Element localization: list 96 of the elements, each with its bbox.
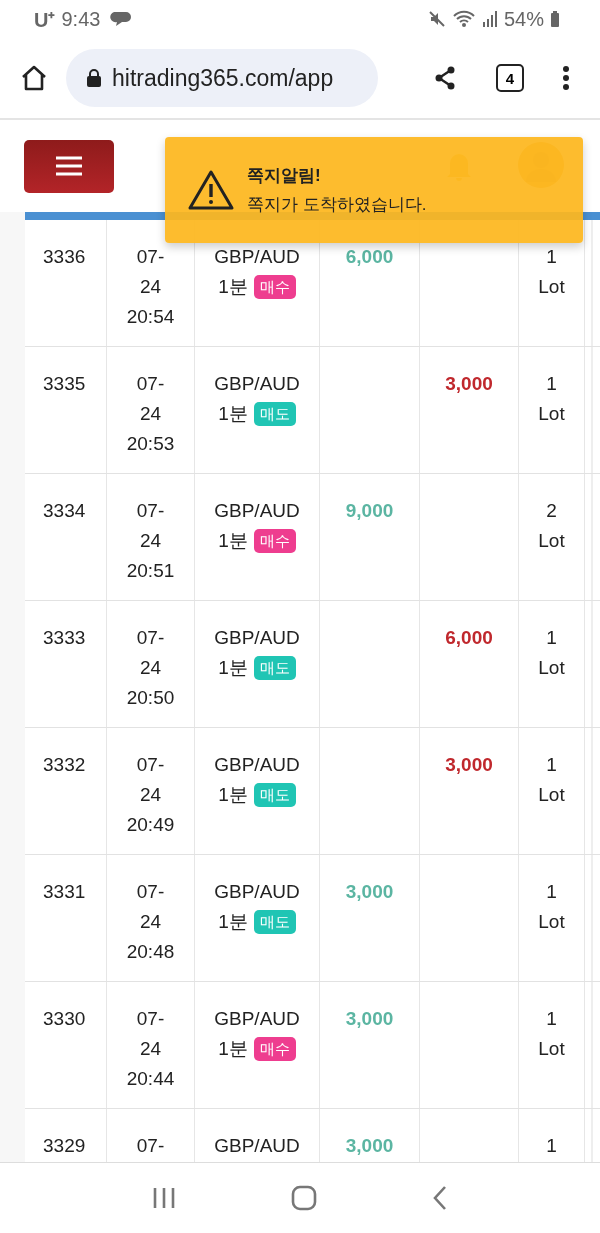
date-line: 07- [136,880,165,904]
tab-count-button[interactable]: 4 [496,64,524,92]
lot-line: 1 [546,245,557,269]
date-line: 24 [139,656,162,680]
date-line: 20:49 [126,813,175,837]
side-tag: 매도 [253,402,296,426]
loss-cell-text: 3,000 [445,753,493,777]
id-cell-text: 3333 [43,626,87,650]
date-line: 07- [136,626,165,650]
date-line: 07- [136,753,165,777]
id-cell-text: 3334 [43,499,87,523]
lot-line: Lot [538,275,565,299]
pair-cell-text: GBP/AUD [214,372,300,396]
menu-button[interactable] [24,139,114,193]
wifi-icon [451,10,476,28]
lot-line: 1 [546,753,557,777]
lot-line: Lot [538,529,565,553]
date-line: 20:51 [126,559,175,583]
date-line: 20:48 [126,940,175,964]
period-label: 1분 [218,275,248,299]
side-tag: 매도 [253,783,296,807]
period-label: 1분 [218,402,248,426]
lot-line: Lot [538,656,565,680]
profit-cell-text: 6,000 [345,245,394,269]
date-line: 24 [139,402,162,426]
recents-icon[interactable] [152,1187,177,1209]
warning-icon [187,169,235,211]
side-tag: 매도 [253,910,296,934]
pair-cell-text: GBP/AUD [214,245,300,269]
back-icon[interactable] [431,1185,448,1211]
toast-message: 쪽지가 도착하였습니다. [247,194,427,216]
lot-line: Lot [538,402,565,426]
id-cell-text: 3336 [43,245,87,269]
side-tag: 매수 [253,1037,296,1061]
lot-line: Lot [538,783,565,807]
home-icon[interactable] [20,64,48,92]
date-line: 24 [139,783,162,807]
address-bar[interactable]: hitrading365.com/app [66,49,378,107]
chat-icon [110,10,133,28]
period-label: 1분 [218,783,248,807]
date-line: 07- [136,1007,165,1031]
id-cell-text: 3330 [43,1007,87,1031]
side-tag: 매수 [253,275,296,299]
pair-cell-text: GBP/AUD [214,499,300,523]
home-button-icon[interactable] [291,1185,317,1211]
pair-cell-text: GBP/AUD [214,753,300,777]
battery-percent: 54% [503,7,544,31]
lot-line: Lot [538,1037,565,1061]
loss-cell-text: 3,000 [445,372,493,396]
period-label: 1분 [218,529,248,553]
lot-line: Lot [538,910,565,934]
lot-line: 2 [546,499,557,523]
menu-icon [55,156,83,176]
more-icon[interactable] [562,65,570,91]
lot-line: 1 [546,1134,557,1158]
pair-cell-text: GBP/AUD [214,1134,300,1158]
carrier-label: U⁺ [34,7,56,33]
toast-title: 쪽지알림! [247,165,322,187]
loss-cell-text: 6,000 [445,626,493,650]
side-tag: 매도 [253,656,296,680]
lot-line: 1 [546,626,557,650]
date-line: 07- [136,245,165,269]
date-line: 24 [139,275,162,299]
date-line: 20:54 [126,305,175,329]
signal-icon [481,10,498,28]
id-cell-text: 3329 [43,1134,87,1158]
period-label: 1분 [218,1037,248,1061]
period-label: 1분 [218,910,248,934]
date-line: 07- [136,499,165,523]
date-line: 24 [139,1037,162,1061]
lot-line: 1 [546,1007,557,1031]
period-label: 1분 [218,656,248,680]
date-line: 24 [139,529,162,553]
date-line: 07- [136,1134,165,1158]
lock-icon [86,68,102,88]
profit-cell-text: 3,000 [345,880,394,904]
battery-icon [550,10,560,28]
profit-cell-text: 3,000 [345,1007,394,1031]
id-cell-text: 3335 [43,372,87,396]
date-line: 20:50 [126,686,175,710]
profit-cell-text: 3,000 [345,1134,394,1158]
pair-cell-text: GBP/AUD [214,1007,300,1031]
pair-cell-text: GBP/AUD [214,880,300,904]
date-line: 07- [136,372,165,396]
date-line: 20:53 [126,432,175,456]
pair-cell-text: GBP/AUD [214,626,300,650]
lot-line: 1 [546,372,557,396]
id-cell-text: 3332 [43,753,87,777]
id-cell-text: 3331 [43,880,87,904]
lot-line: 1 [546,880,557,904]
mute-icon [427,10,446,28]
side-tag: 매수 [253,529,296,553]
date-line: 20:44 [126,1067,175,1091]
profit-cell-text: 9,000 [345,499,394,523]
clock: 9:43 [61,7,101,31]
date-line: 24 [139,910,162,934]
